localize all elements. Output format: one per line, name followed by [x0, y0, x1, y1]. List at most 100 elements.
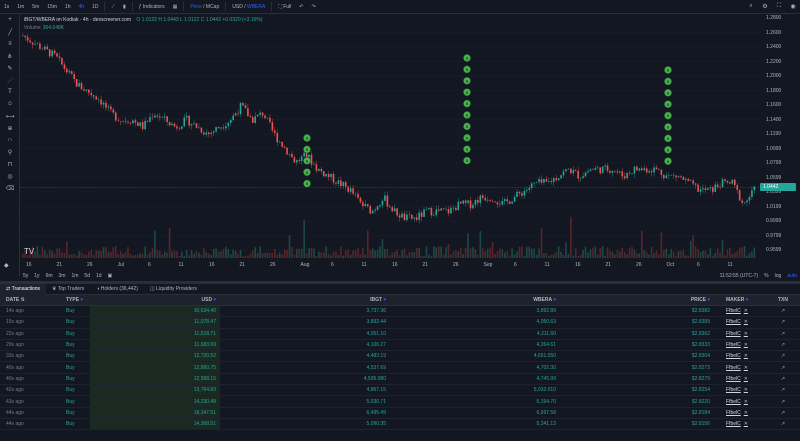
cell-maker[interactable]: FfbelC ✕ [714, 421, 766, 427]
filter-icon[interactable]: ▾ [746, 297, 749, 303]
horizontal-lines-icon[interactable]: ≡ [0, 38, 20, 50]
price-axis[interactable]: 1.2800 1.2600 1.2400 1.2200 1.2000 1.1800 1.16… [762, 14, 800, 269]
cell-maker[interactable]: FfbelC ✕ [714, 331, 766, 337]
measure-icon[interactable]: ⟷ [0, 110, 20, 122]
external-link-icon[interactable]: ↗ [766, 421, 800, 427]
filter-icon[interactable]: ▾ [383, 297, 386, 303]
external-link-icon[interactable]: ↗ [766, 331, 800, 337]
filter-maker-icon[interactable]: ✕ [744, 319, 748, 325]
col-price[interactable]: PRICE ▾ [560, 297, 714, 303]
pattern-icon[interactable]: ⋰ [0, 74, 20, 86]
time-axis[interactable]: 16 21 26 Jul 6 11 16 21 26 Aug 6 11 16 21 26 Sep 6 11 16 21… [20, 261, 760, 270]
external-link-icon[interactable]: ↗ [766, 399, 800, 405]
expand-icon[interactable]: ⛶ [772, 3, 786, 10]
maker-link[interactable]: FfbelC [726, 376, 741, 382]
range-5d[interactable]: 5d [81, 273, 93, 279]
lock-icon[interactable]: ⊓ [0, 158, 20, 170]
range-6m[interactable]: 6m [43, 273, 56, 279]
maker-link[interactable]: FfbelC [726, 365, 741, 371]
external-link-icon[interactable]: ↗ [766, 353, 800, 359]
price-mcap-toggle[interactable]: Price / MCap [186, 0, 223, 14]
range-5y[interactable]: 5y [20, 273, 31, 279]
cell-maker[interactable]: FfbelC ✕ [714, 387, 766, 393]
search-icon[interactable]: ⌕ [744, 3, 758, 10]
trendline-icon[interactable]: ╱ [0, 26, 20, 38]
filter-maker-icon[interactable]: ✕ [744, 410, 748, 416]
candles-icon[interactable]: ▮ [119, 0, 130, 14]
filter-maker-icon[interactable]: ✕ [744, 353, 748, 359]
cell-maker[interactable]: FfbelC ✕ [714, 319, 766, 325]
filter-maker-icon[interactable]: ✕ [744, 342, 748, 348]
interval-4h[interactable]: 4h [74, 0, 88, 14]
col-maker[interactable]: MAKER ▾ [714, 297, 766, 303]
col-date[interactable]: DATE ⇅ [0, 297, 60, 303]
cell-maker[interactable]: FfbelC ✕ [714, 376, 766, 382]
filter-icon[interactable]: ▾ [553, 297, 556, 303]
maker-link[interactable]: FfbelC [726, 308, 741, 314]
filter-icon[interactable]: ▾ [80, 297, 83, 303]
maker-link[interactable]: FfbelC [726, 399, 741, 405]
filter-maker-icon[interactable]: ✕ [744, 387, 748, 393]
external-link-icon[interactable]: ↗ [766, 319, 800, 325]
emoji-icon[interactable]: ☺ [0, 98, 20, 110]
table-row[interactable]: 40s ago Buy 12,860.75 4,537.69 4,702.30 $2.82… [0, 362, 800, 374]
range-3m[interactable]: 3m [56, 273, 69, 279]
price-option[interactable]: Price [190, 4, 201, 10]
table-row[interactable]: 40s ago Buy 12,998.15 4,595.080 4,745.99 $2.8… [0, 373, 800, 386]
layout-icon[interactable]: ▦ [169, 0, 182, 14]
table-row[interactable]: 22s ago Buy 11,518.71 4,051.10 4,211.60 $2.83… [0, 328, 800, 340]
maker-link[interactable]: FfbelC [726, 421, 741, 427]
mcap-option[interactable]: MCap [206, 4, 219, 10]
lock-drawing-icon[interactable]: ⚲ [0, 146, 20, 158]
tab-top-traders[interactable]: ♛ Top Traders [46, 284, 90, 295]
maker-link[interactable]: FfbelC [726, 353, 741, 359]
interval-1s[interactable]: 1s [0, 0, 13, 14]
currency-toggle[interactable]: USD / WBERA [228, 0, 269, 14]
table-row[interactable]: 15s ago Buy 11,078.47 3,892.44 4,050.63 $2.83… [0, 317, 800, 329]
col-type[interactable]: TYPE ▾ [60, 297, 90, 303]
log-toggle[interactable]: log [772, 273, 785, 279]
layers-icon[interactable]: ◆ [4, 262, 9, 269]
external-link-icon[interactable]: ↗ [766, 410, 800, 416]
calendar-icon[interactable]: ▣ [105, 273, 116, 279]
cell-maker[interactable]: FfbelC ✕ [714, 399, 766, 405]
interval-1h[interactable]: 1h [61, 0, 75, 14]
cell-maker[interactable]: FfbelC ✕ [714, 365, 766, 371]
interval-1d[interactable]: 1D [88, 0, 102, 14]
wbera-option[interactable]: WBERA [247, 4, 265, 10]
filter-maker-icon[interactable]: ✕ [744, 399, 748, 405]
table-row[interactable]: 29s ago Buy 11,683.69 4,106.27 4,264.61 $2.83… [0, 339, 800, 352]
table-row[interactable]: 42s ago Buy 13,764.83 4,867.15 5,032.010 $2.8… [0, 385, 800, 397]
camera-icon[interactable]: ◉ [786, 3, 800, 10]
undo-icon[interactable]: ↶ [295, 0, 307, 14]
external-link-icon[interactable]: ↗ [766, 365, 800, 371]
col-usd[interactable]: USD ▾ [90, 295, 220, 305]
filter-maker-icon[interactable]: ✕ [744, 421, 748, 427]
table-row[interactable]: 44s ago Buy 14,368.51 5,090.35 5,241.13 $2.81… [0, 418, 800, 431]
magnet-icon[interactable]: ∩ [0, 134, 20, 146]
eye-icon[interactable]: ◎ [0, 170, 20, 182]
filter-maker-icon[interactable]: ✕ [744, 308, 748, 314]
cell-maker[interactable]: FfbelC ✕ [714, 342, 766, 348]
percent-toggle[interactable]: % [761, 273, 771, 279]
external-link-icon[interactable]: ↗ [766, 376, 800, 382]
clock-readout[interactable]: 11:52:55 (UTC-7) [717, 273, 762, 279]
maker-link[interactable]: FfbelC [726, 342, 741, 348]
external-link-icon[interactable]: ↗ [766, 342, 800, 348]
col-ibgt[interactable]: IBGT ▾ [220, 297, 390, 303]
external-link-icon[interactable]: ↗ [766, 387, 800, 393]
cell-maker[interactable]: FfbelC ✕ [714, 410, 766, 416]
tab-liquidity-providers[interactable]: ◫ Liquidity Providers [144, 284, 203, 295]
zoom-icon[interactable]: ⊕ [0, 122, 20, 134]
interval-15m[interactable]: 15m [43, 0, 61, 14]
trash-icon[interactable]: ⌫ [0, 182, 20, 194]
crosshair-icon[interactable]: + [0, 14, 20, 26]
external-link-icon[interactable]: ↗ [766, 308, 800, 314]
range-1y[interactable]: 1y [31, 273, 42, 279]
maker-link[interactable]: FfbelC [726, 387, 741, 393]
auto-toggle[interactable]: auto [784, 273, 800, 279]
interval-1m[interactable]: 1m [13, 0, 28, 14]
range-1m[interactable]: 1m [68, 273, 81, 279]
chart-type-icon[interactable]: ⟋ [107, 0, 119, 14]
cell-maker[interactable]: FfbelC ✕ [714, 308, 766, 314]
